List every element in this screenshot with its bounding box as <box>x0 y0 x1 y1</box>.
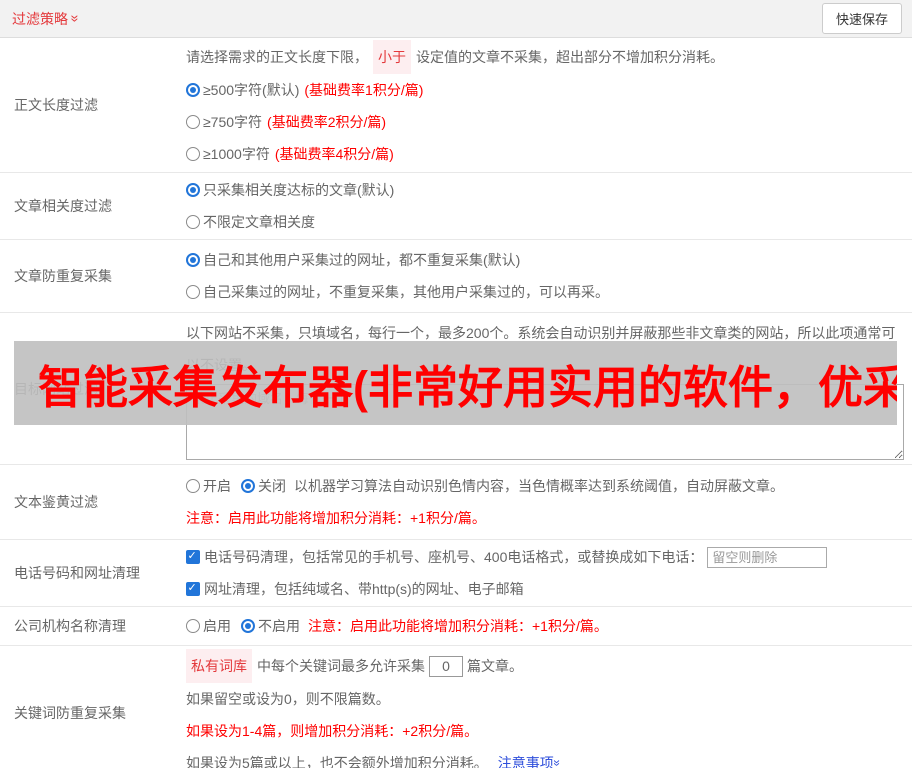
section-title: 过滤策略 <box>12 10 68 27</box>
radio-company-off-label[interactable]: 不启用 <box>258 608 300 644</box>
radio-relevance-any-label[interactable]: 不限定文章相关度 <box>203 206 315 238</box>
keyword-limit-unit: 篇文章。 <box>467 658 523 674</box>
notice-link[interactable]: 注意事项 » <box>497 747 565 768</box>
row-label: 文章相关度过滤 <box>14 198 112 214</box>
keyword-limit-input[interactable] <box>429 655 463 677</box>
topbar: 过滤策略 » 快速保存 <box>0 0 912 38</box>
keyword-limit-text: 中每个关键词最多允许采集 <box>257 658 425 674</box>
company-clean-note: 注意：启用此功能将增加积分消耗：+1积分/篇。 <box>308 618 608 634</box>
radio-length-750[interactable] <box>186 115 200 129</box>
radio-porn-on-label[interactable]: 开启 <box>203 470 231 502</box>
radio-porn-off-label[interactable]: 关闭 <box>258 470 286 502</box>
radio-length-750-label[interactable]: ≥750字符 <box>203 106 262 138</box>
row-label: 公司机构名称清理 <box>14 618 126 634</box>
row-label: 电话号码和网址清理 <box>14 565 140 581</box>
porn-filter-note: 注意：启用此功能将增加积分消耗：+1积分/篇。 <box>186 510 486 526</box>
porn-filter-description: 以机器学习算法自动识别色情内容，当色情概率达到系统阈值，自动屏蔽文章。 <box>294 478 784 494</box>
radio-relevance-any[interactable] <box>186 215 200 229</box>
radio-length-500-label[interactable]: ≥500字符(默认) <box>203 74 299 106</box>
radio-length-750-note: (基础费率2积分/篇) <box>267 114 387 130</box>
keyword-note-five-plus: 如果设为5篇或以上，也不会额外增加积分消耗。 <box>186 755 488 768</box>
row-relevance-filter: 文章相关度过滤 只采集相关度达标的文章(默认) 不限定文章相关度 <box>0 173 912 240</box>
section-toggle-filter-strategy[interactable]: 过滤策略 » <box>12 9 84 29</box>
row-label: 文章防重复采集 <box>14 268 112 284</box>
radio-relevance-strict-label[interactable]: 只采集相关度达标的文章(默认) <box>203 174 394 206</box>
radio-length-1000[interactable] <box>186 147 200 161</box>
radio-dedup-self-only[interactable] <box>186 285 200 299</box>
watermark-banner: 智能采集发布器(非常好用实用的软件，优采 <box>14 341 897 425</box>
keyword-note-zero: 如果留空或设为0，则不限篇数。 <box>186 691 390 707</box>
checkbox-url-clean[interactable] <box>186 581 200 596</box>
length-intro-pre: 请选择需求的正文长度下限， <box>186 49 368 65</box>
radio-porn-on[interactable] <box>186 479 200 493</box>
radio-dedup-all-users[interactable] <box>186 253 200 267</box>
radio-length-1000-label[interactable]: ≥1000字符 <box>203 138 270 170</box>
quick-save-button[interactable]: 快速保存 <box>821 3 902 34</box>
checkbox-url-clean-label[interactable]: 网址清理，包括纯域名、带http(s)的网址、电子邮箱 <box>204 573 524 605</box>
filter-strategy-page: 过滤策略 » 快速保存 正文长度过滤 请选择需求的正文长度下限， 小于 设定值的… <box>0 0 912 768</box>
row-phone-url-clean: 电话号码和网址清理 电话号码清理，包括常见的手机号、座机号、400电话格式，或替… <box>0 540 912 607</box>
radio-length-1000-note: (基础费率4积分/篇) <box>274 146 394 162</box>
radio-dedup-all-users-label[interactable]: 自己和其他用户采集过的网址，都不重复采集(默认) <box>203 244 520 276</box>
checkbox-phone-clean-label[interactable]: 电话号码清理，包括常见的手机号、座机号、400电话格式，或替换成如下电话： <box>204 541 703 573</box>
radio-porn-off[interactable] <box>241 479 255 493</box>
private-thesaurus-tag: 私有词库 <box>186 649 252 683</box>
replacement-phone-input[interactable] <box>707 546 828 568</box>
radio-length-500[interactable] <box>186 83 200 97</box>
length-intro-highlight: 小于 <box>373 40 411 74</box>
row-dedup-collect: 文章防重复采集 自己和其他用户采集过的网址，都不重复采集(默认) 自己采集过的网… <box>0 240 912 313</box>
chevron-down-icon: » <box>67 14 84 23</box>
length-intro-post: 设定值的文章不采集，超出部分不增加积分消耗。 <box>416 49 724 65</box>
radio-length-500-note: (基础费率1积分/篇) <box>304 82 424 98</box>
notice-link-label: 注意事项 <box>497 755 554 768</box>
keyword-note-cost: 如果设为1-4篇，则增加积分消耗：+2积分/篇。 <box>186 723 479 739</box>
row-keyword-dedup: 关键词防重复采集 私有词库 中每个关键词最多允许采集 篇文章。 如果留空或设为0… <box>0 646 912 768</box>
chevron-down-icon: » <box>549 759 565 767</box>
row-label: 正文长度过滤 <box>14 97 98 113</box>
row-length-filter: 正文长度过滤 请选择需求的正文长度下限， 小于 设定值的文章不采集，超出部分不增… <box>0 38 912 173</box>
row-company-clean: 公司机构名称清理 启用 不启用 注意：启用此功能将增加积分消耗：+1积分/篇。 <box>0 607 912 646</box>
radio-dedup-self-only-label[interactable]: 自己采集过的网址，不重复采集，其他用户采集过的，可以再采。 <box>203 276 609 308</box>
radio-company-on-label[interactable]: 启用 <box>203 608 231 644</box>
checkbox-phone-clean[interactable] <box>186 549 200 564</box>
radio-relevance-strict[interactable] <box>186 183 200 197</box>
radio-company-off[interactable] <box>241 619 255 633</box>
radio-company-on[interactable] <box>186 619 200 633</box>
row-label: 文本鉴黄过滤 <box>14 494 98 510</box>
row-porn-filter: 文本鉴黄过滤 开启 关闭 以机器学习算法自动识别色情内容，当色情概率达到系统阈值… <box>0 465 912 540</box>
row-label: 关键词防重复采集 <box>14 705 126 721</box>
watermark-text: 智能采集发布器(非常好用实用的软件，优采 <box>38 361 897 413</box>
